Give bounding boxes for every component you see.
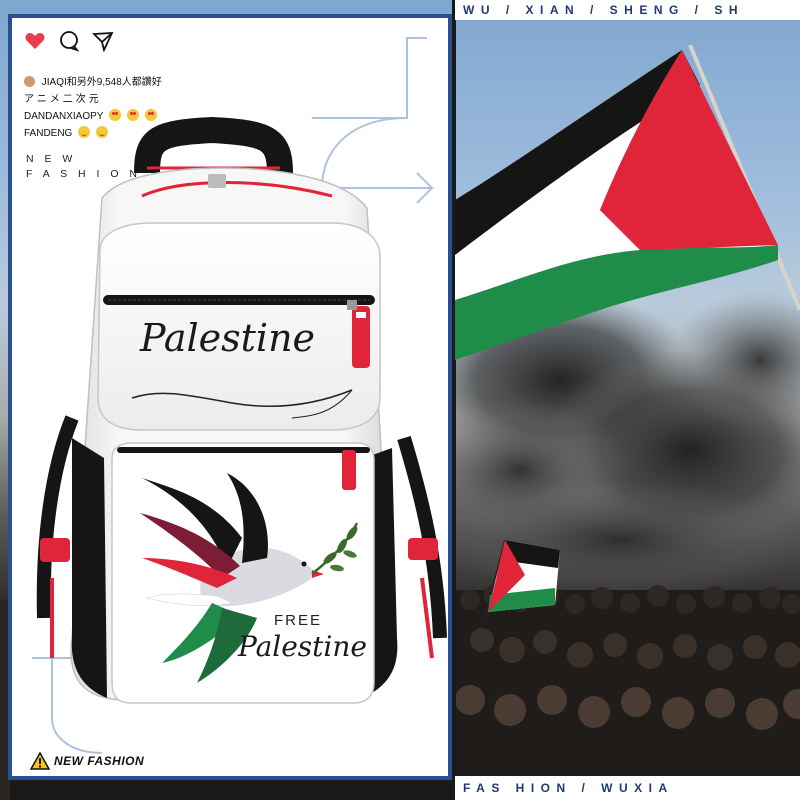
panel-text-top: FREE bbox=[274, 612, 323, 629]
top-ticker-text: WU / XIAN / SHENG / SH bbox=[463, 3, 745, 17]
top-ticker: WU / XIAN / SHENG / SH bbox=[455, 0, 800, 20]
product-card: JIAQI和另外9,548人都讚好 アニメ二次元 DANDANXIAOPY FA… bbox=[8, 14, 452, 780]
badge-text: NEW FASHION bbox=[54, 754, 145, 768]
front-pocket-text: Palestine bbox=[140, 316, 316, 360]
new-fashion-badge: NEW FASHION bbox=[30, 752, 144, 770]
backpack-illustration bbox=[36, 116, 447, 704]
bottom-ticker: FAS HION / WUXIA bbox=[455, 776, 800, 800]
bottom-ticker-text: FAS HION / WUXIA bbox=[463, 781, 674, 795]
panel-text-bottom: Palestine bbox=[238, 630, 367, 663]
warning-icon bbox=[30, 752, 50, 770]
